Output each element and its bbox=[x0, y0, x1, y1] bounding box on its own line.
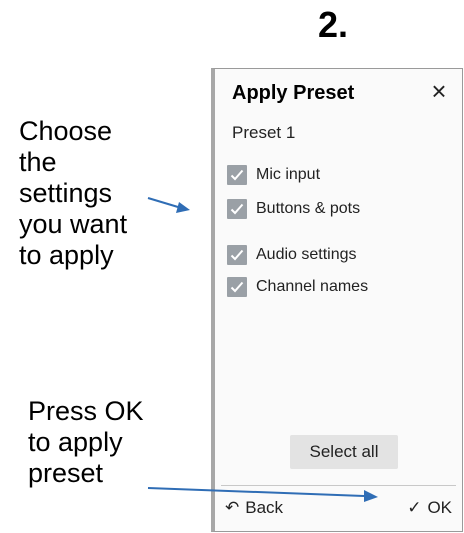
preset-name: Preset 1 bbox=[232, 123, 296, 142]
close-icon[interactable]: × bbox=[426, 78, 452, 104]
back-arrow-icon: ↶ bbox=[225, 498, 240, 517]
back-label: Back bbox=[245, 498, 284, 517]
option-buttons-pots[interactable]: Buttons & pots bbox=[227, 197, 360, 221]
apply-preset-dialog: Apply Preset × Preset 1 Mic input Button… bbox=[211, 68, 463, 532]
option-mic-input[interactable]: Mic input bbox=[227, 163, 320, 187]
option-label: Audio settings bbox=[256, 246, 357, 263]
checkbox-checked-icon[interactable] bbox=[227, 245, 247, 265]
annotation-line: Press OK bbox=[28, 396, 144, 426]
option-channel-names[interactable]: Channel names bbox=[227, 275, 368, 299]
annotation-line: Choose bbox=[19, 116, 113, 146]
annotation-line: to apply bbox=[28, 427, 123, 457]
select-all-button[interactable]: Select all bbox=[290, 435, 398, 469]
option-label: Mic input bbox=[256, 166, 321, 183]
ok-button[interactable]: ✓ OK bbox=[407, 493, 452, 523]
dialog-title: Apply Preset bbox=[232, 82, 355, 104]
annotation-line: preset bbox=[28, 458, 104, 488]
arrow-to-options bbox=[147, 197, 179, 208]
checkmark-icon: ✓ bbox=[407, 498, 422, 517]
checkbox-checked-icon[interactable] bbox=[227, 199, 247, 219]
annotation-line: settings bbox=[19, 178, 113, 208]
option-label: Channel names bbox=[256, 278, 369, 295]
footer-divider bbox=[221, 485, 456, 486]
back-button[interactable]: ↶ Back bbox=[225, 493, 283, 523]
option-audio-settings[interactable]: Audio settings bbox=[227, 243, 357, 267]
ok-label: OK bbox=[427, 498, 452, 517]
annotation-choose-settings: Choose the settings you want to apply bbox=[19, 116, 127, 271]
annotation-line: to apply bbox=[19, 240, 114, 270]
option-label: Buttons & pots bbox=[256, 200, 361, 217]
arrow-to-options-head bbox=[176, 202, 190, 213]
annotation-line: you want bbox=[19, 209, 128, 239]
annotation-press-ok: Press OK to apply preset bbox=[28, 396, 144, 489]
step-number: 2. bbox=[318, 4, 349, 45]
checkbox-checked-icon[interactable] bbox=[227, 165, 247, 185]
annotation-line: the bbox=[19, 147, 57, 177]
checkbox-checked-icon[interactable] bbox=[227, 277, 247, 297]
